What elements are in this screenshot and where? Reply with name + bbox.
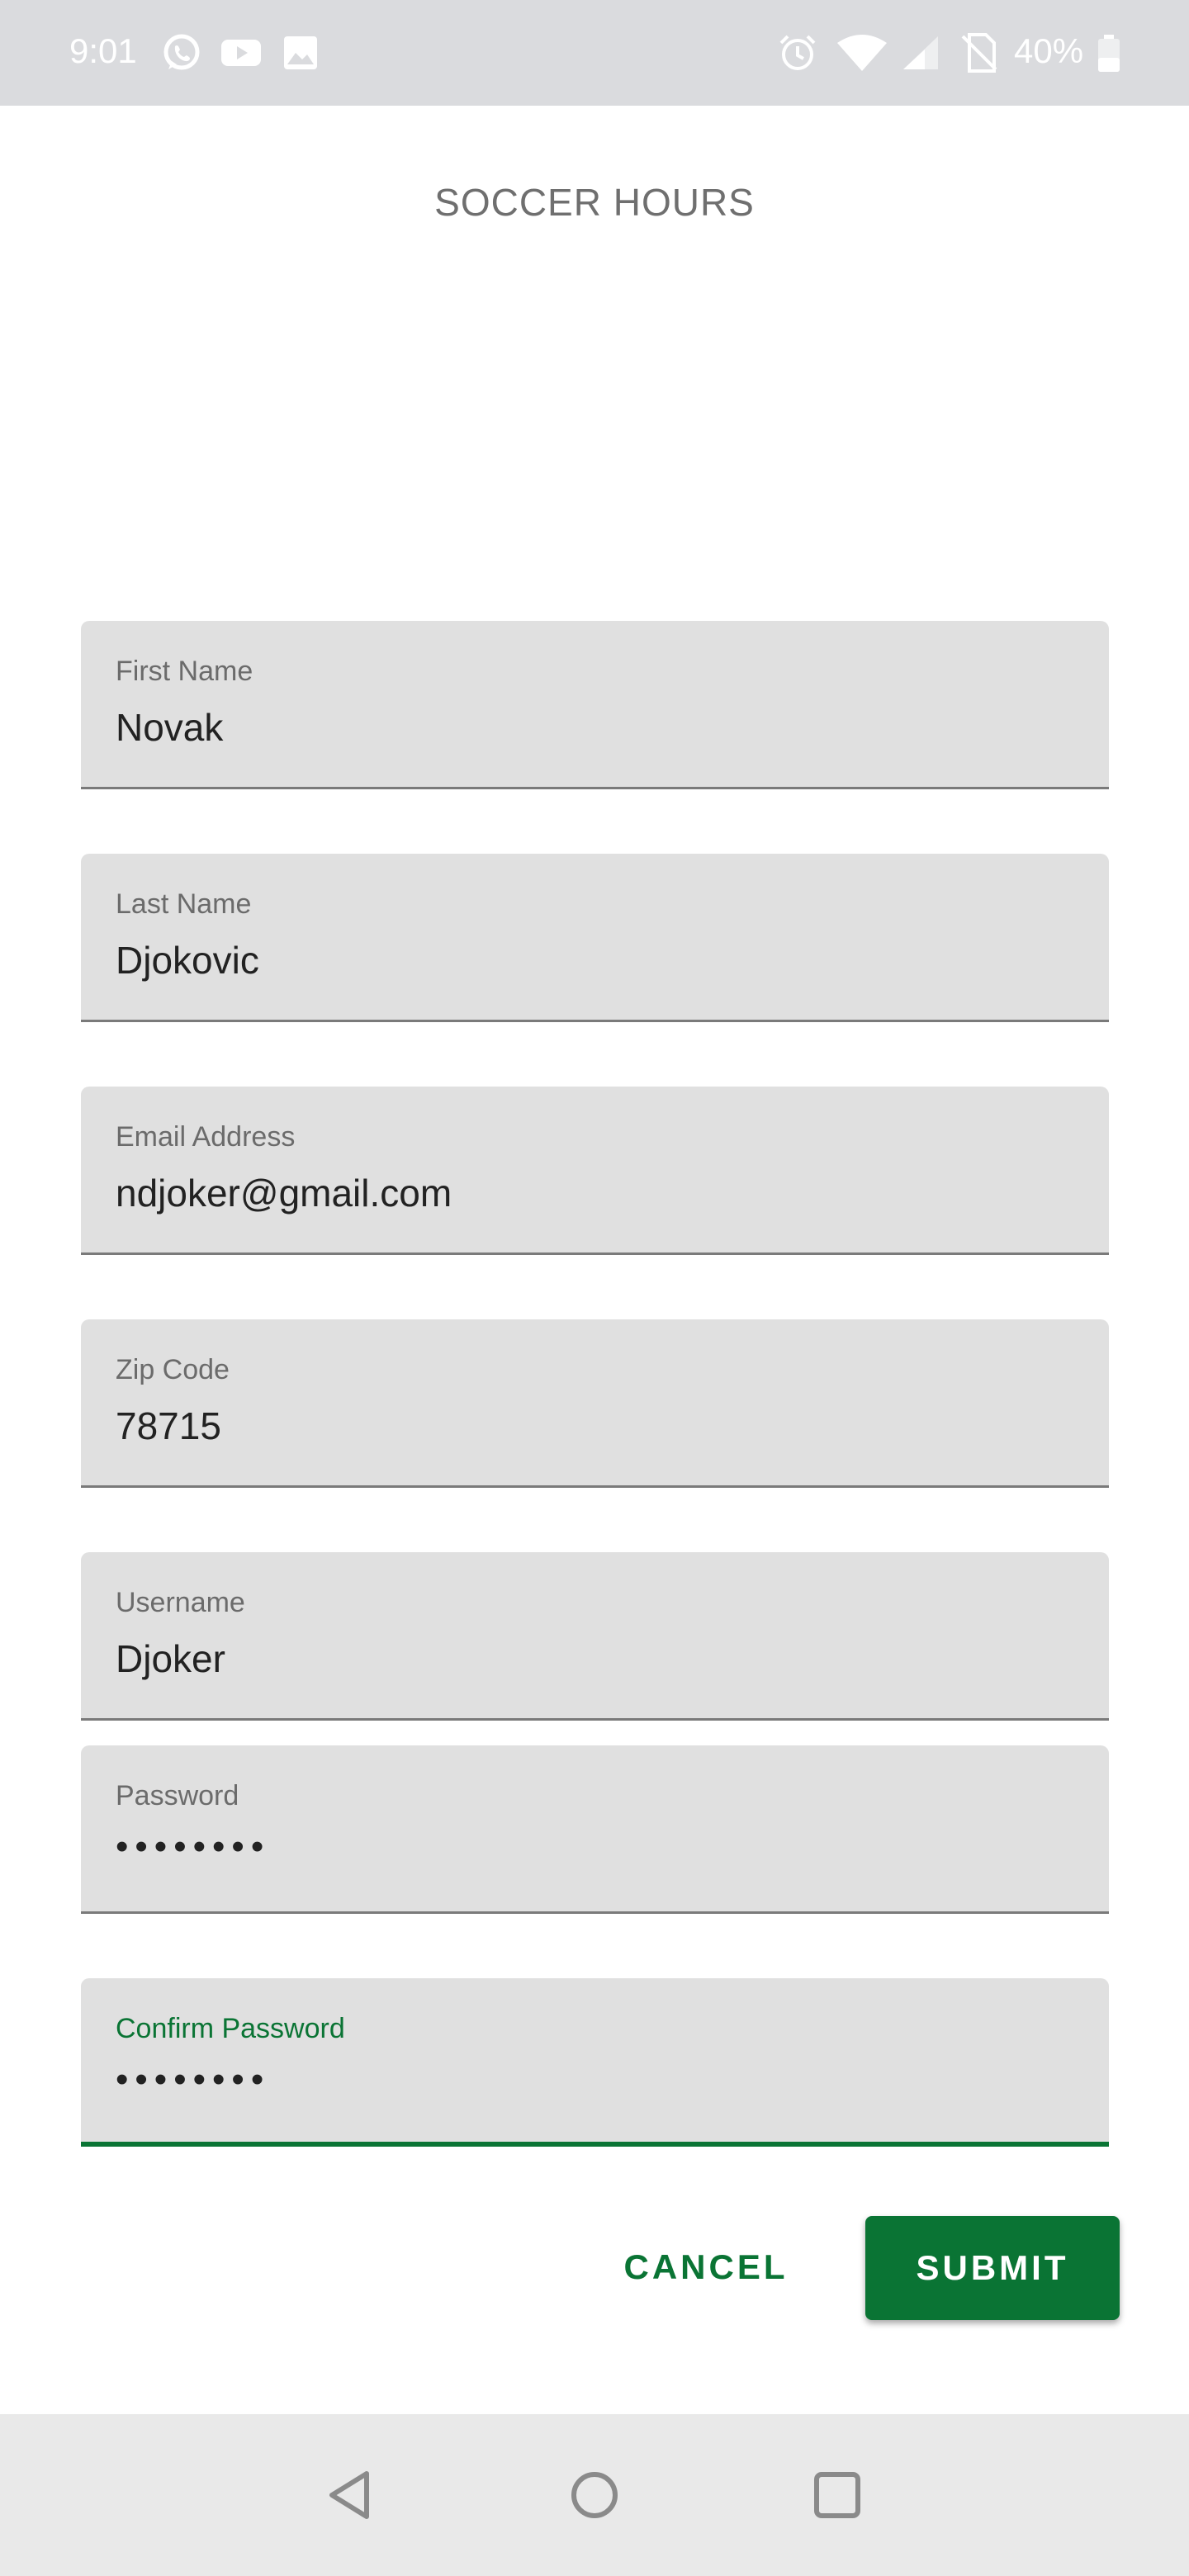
confirm-password-value[interactable]: ••••••••: [116, 2059, 270, 2100]
last-name-value[interactable]: Djokovic: [116, 938, 259, 983]
battery-percent: 40%: [1014, 31, 1084, 70]
email-value[interactable]: ndjoker@gmail.com: [116, 1171, 452, 1215]
submit-button[interactable]: SUBMIT: [865, 2216, 1120, 2320]
confirm-password-field[interactable]: Confirm Password ••••••••: [81, 1978, 1109, 2147]
first-name-value[interactable]: Novak: [116, 705, 223, 750]
password-value[interactable]: ••••••••: [116, 1826, 270, 1868]
whatsapp-icon: [163, 34, 200, 70]
email-label: Email Address: [116, 1121, 296, 1153]
gallery-icon: [284, 36, 317, 69]
last-name-field[interactable]: Last Name Djokovic: [81, 854, 1109, 1022]
username-label: Username: [116, 1587, 245, 1618]
username-field[interactable]: Username Djoker: [81, 1552, 1109, 1721]
password-label: Password: [116, 1780, 239, 1811]
status-time: 9:01: [69, 31, 137, 70]
zip-code-value[interactable]: 78715: [116, 1404, 221, 1448]
wifi-icon: [837, 35, 887, 71]
username-value[interactable]: Djoker: [116, 1636, 225, 1681]
cancel-button[interactable]: CANCEL: [603, 2216, 809, 2318]
recents-icon[interactable]: [804, 2462, 870, 2528]
alarm-icon: [779, 35, 816, 70]
home-icon[interactable]: [561, 2462, 628, 2528]
signal-icon: [903, 36, 938, 69]
zip-code-field[interactable]: Zip Code 78715: [81, 1319, 1109, 1488]
youtube-icon: [221, 40, 261, 66]
password-field[interactable]: Password ••••••••: [81, 1745, 1109, 1914]
app-title: SOCCER HOURS: [434, 181, 755, 224]
confirm-password-label: Confirm Password: [116, 2013, 345, 2044]
navigation-bar: [0, 2414, 1189, 2576]
no-sim-icon: [961, 33, 997, 73]
status-bar: 9:01 40%: [0, 0, 1189, 106]
email-field[interactable]: Email Address ndjoker@gmail.com: [81, 1087, 1109, 1255]
first-name-label: First Name: [116, 656, 253, 687]
battery-icon: [1098, 35, 1120, 72]
first-name-field[interactable]: First Name Novak: [81, 621, 1109, 789]
back-icon[interactable]: [319, 2462, 385, 2528]
zip-code-label: Zip Code: [116, 1354, 230, 1385]
last-name-label: Last Name: [116, 888, 252, 920]
